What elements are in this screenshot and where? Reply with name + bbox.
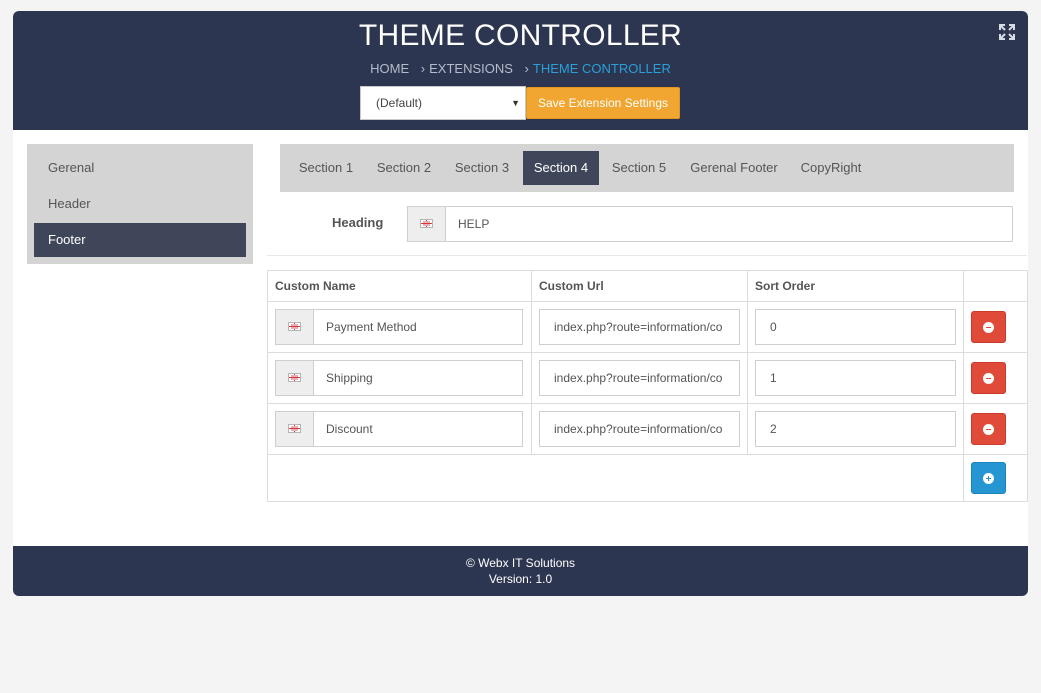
minus-circle-icon <box>983 373 994 384</box>
breadcrumb-theme-controller[interactable]: THEME CONTROLLER <box>533 61 671 76</box>
expand-icon[interactable] <box>998 23 1016 41</box>
tab-copyright[interactable]: CopyRight <box>795 151 867 185</box>
custom-url-input[interactable]: index.php?route=information/co <box>539 309 740 345</box>
tab-general-footer[interactable]: Gerenal Footer <box>684 151 784 185</box>
column-header-custom-name: Custom Name <box>267 270 532 302</box>
custom-name-value: Discount <box>326 422 373 436</box>
theme-controller-panel: THEME CONTROLLER HOME › EXTENSIONS › THEME… <box>13 11 1028 596</box>
tab-section-5[interactable]: Section 5 <box>605 151 673 185</box>
sort-order-input[interactable]: 2 <box>755 411 956 447</box>
language-addon <box>408 207 446 241</box>
remove-row-button[interactable] <box>971 362 1006 394</box>
save-extension-settings-button[interactable]: Save Extension Settings <box>526 87 680 119</box>
section-tabs: Section 1 Section 2 Section 3 Section 4 … <box>280 144 1014 192</box>
store-select-value: (Default) <box>376 96 423 110</box>
breadcrumb: HOME › EXTENSIONS › THEME CONTROLLER <box>13 61 1028 76</box>
add-row-button[interactable] <box>971 462 1006 494</box>
column-header-actions <box>963 270 1028 302</box>
page-title: THEME CONTROLLER <box>358 19 683 52</box>
table-header-row: Custom Name Custom Url Sort Order <box>267 270 1028 302</box>
footer: © Webx IT Solutions Version: 1.0 <box>13 546 1028 596</box>
remove-row-button[interactable] <box>971 413 1006 445</box>
sidebar: Gerenal Header Footer <box>27 144 253 264</box>
remove-row-button[interactable] <box>971 311 1006 343</box>
custom-name-input[interactable]: Discount <box>275 411 523 447</box>
custom-name-value: Payment Method <box>326 320 417 334</box>
flag-icon <box>420 219 433 228</box>
tab-section-4[interactable]: Section 4 <box>523 151 599 185</box>
breadcrumb-home[interactable]: HOME <box>370 61 409 76</box>
tab-section-3[interactable]: Section 3 <box>448 151 516 185</box>
minus-circle-icon <box>983 322 994 333</box>
table-row: Discount index.php?route=information/co … <box>267 403 1028 455</box>
breadcrumb-extensions[interactable]: EXTENSIONS <box>429 61 513 76</box>
caret-down-icon: ▼ <box>511 98 520 108</box>
table-row: Payment Method index.php?route=informati… <box>267 301 1028 353</box>
table-row: Shipping index.php?route=information/co … <box>267 352 1028 404</box>
store-select[interactable]: (Default) ▼ <box>360 86 526 120</box>
language-addon <box>276 310 314 344</box>
tab-section-1[interactable]: Section 1 <box>292 151 360 185</box>
column-header-sort-order: Sort Order <box>747 270 964 302</box>
table-footer-spacer <box>267 454 964 502</box>
tab-section-2[interactable]: Section 2 <box>370 151 438 185</box>
heading-label: Heading <box>332 215 384 230</box>
footer-version: Version: 1.0 <box>488 572 553 586</box>
breadcrumb-separator: › <box>524 61 529 76</box>
sort-order-input[interactable]: 0 <box>755 309 956 345</box>
flag-icon <box>288 322 301 331</box>
minus-circle-icon <box>983 424 994 435</box>
header: THEME CONTROLLER HOME › EXTENSIONS › THEME… <box>13 11 1028 130</box>
custom-name-input[interactable]: Payment Method <box>275 309 523 345</box>
heading-input[interactable]: HELP <box>407 206 1013 242</box>
sidebar-item-general[interactable]: Gerenal <box>34 151 246 185</box>
language-addon <box>276 361 314 395</box>
footer-links-table: Custom Name Custom Url Sort Order Paymen… <box>267 270 1028 502</box>
language-addon <box>276 412 314 446</box>
flag-icon <box>288 373 301 382</box>
heading-value: HELP <box>458 217 490 231</box>
flag-icon <box>288 424 301 433</box>
sidebar-item-header[interactable]: Header <box>34 187 246 221</box>
plus-circle-icon <box>983 473 994 484</box>
custom-url-input[interactable]: index.php?route=information/co <box>539 360 740 396</box>
sort-order-input[interactable]: 1 <box>755 360 956 396</box>
custom-name-value: Shipping <box>326 371 373 385</box>
custom-name-input[interactable]: Shipping <box>275 360 523 396</box>
custom-url-input[interactable]: index.php?route=information/co <box>539 411 740 447</box>
footer-copyright: © Webx IT Solutions <box>465 556 576 570</box>
sidebar-item-footer[interactable]: Footer <box>34 223 246 257</box>
divider <box>267 255 1027 256</box>
breadcrumb-separator: › <box>420 61 426 76</box>
table-footer-row <box>267 454 1028 502</box>
column-header-custom-url: Custom Url <box>531 270 748 302</box>
